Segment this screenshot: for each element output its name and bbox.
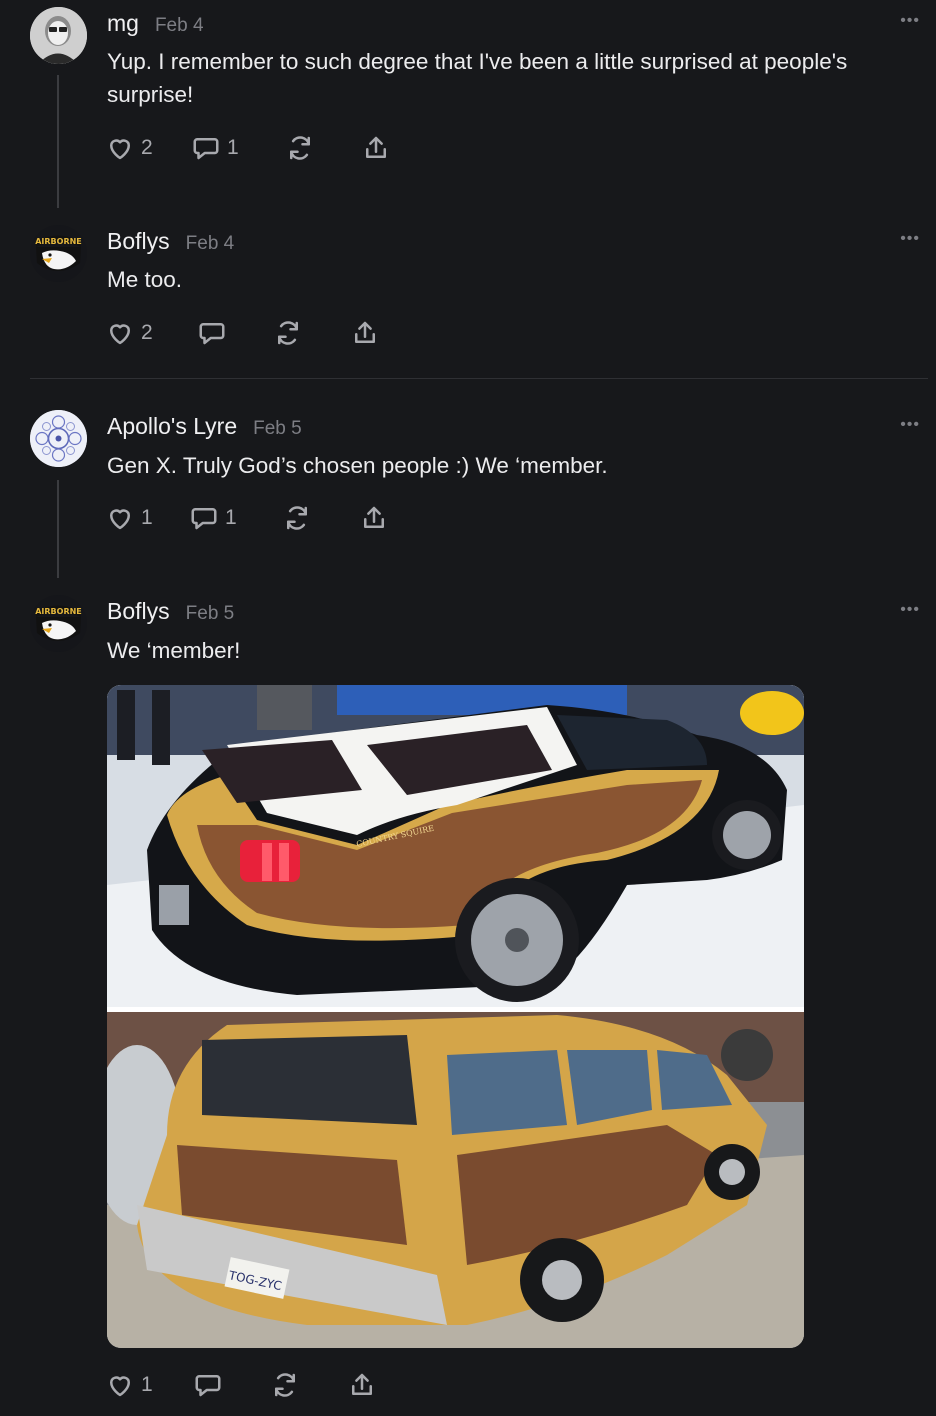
author-name[interactable]: Boflys [107,598,170,625]
author-name[interactable]: Apollo's Lyre [107,413,237,440]
comment-meta: Boflys Feb 5 [107,598,234,625]
more-icon[interactable]: ••• [900,601,920,619]
like-count: 2 [141,321,153,344]
avatar[interactable]: AIRBORNE [30,595,87,652]
thread-line [57,75,59,208]
comment-icon [195,1375,221,1397]
restack-button[interactable] [285,133,315,163]
avatar[interactable] [30,410,87,467]
restack-button[interactable] [282,503,312,533]
comment-text: We ‘member! [107,638,241,663]
like-count: 1 [141,1373,153,1396]
restack-button[interactable] [270,1370,300,1400]
more-icon[interactable]: ••• [900,416,920,434]
comment-meta: Apollo's Lyre Feb 5 [107,413,302,440]
like-button[interactable]: 2 [105,133,153,163]
share-button[interactable] [361,133,391,163]
reply-button[interactable]: 1 [191,133,239,163]
like-count: 2 [141,136,153,159]
more-icon[interactable]: ••• [900,12,920,30]
like-count: 1 [141,506,153,529]
attached-image[interactable]: COUNTRY SQUIRE TOG-ZYC [107,685,804,1348]
like-button[interactable]: 1 [105,503,153,533]
avatar[interactable] [30,7,87,64]
heart-icon [110,509,130,530]
restack-icon [275,1373,295,1397]
comment-text: Me too. [107,267,183,292]
more-icon[interactable]: ••• [900,230,920,248]
avatar-airborne-text: AIRBORNE [35,237,82,246]
comment-meta: mg Feb 4 [107,10,204,37]
comment-date[interactable]: Feb 4 [155,15,204,37]
share-button[interactable] [347,1370,377,1400]
avatar-airborne-text: AIRBORNE [35,607,82,616]
author-name[interactable]: Boflys [107,228,170,255]
reply-count: 1 [227,136,239,159]
author-name[interactable]: mg [107,10,139,37]
thread-line [57,480,59,578]
comment-icon [199,323,225,345]
share-button[interactable] [350,318,380,348]
comment-meta: Boflys Feb 4 [107,228,234,255]
share-icon [355,321,375,343]
comment-icon [193,138,219,160]
like-button[interactable]: 1 [105,1370,153,1400]
share-button[interactable] [359,503,389,533]
thread-divider [30,378,928,379]
reply-button[interactable] [197,318,227,348]
restack-icon [290,136,310,160]
restack-button[interactable] [273,318,303,348]
restack-icon [278,321,298,345]
comment-date[interactable]: Feb 5 [253,418,302,440]
comment-icon [191,508,217,530]
like-button[interactable]: 2 [105,318,153,348]
share-icon [366,136,386,158]
reply-count: 1 [225,506,237,529]
comment-date[interactable]: Feb 5 [186,603,235,625]
reply-button[interactable]: 1 [189,503,237,533]
reply-button[interactable] [193,1370,223,1400]
avatar[interactable]: AIRBORNE [30,225,87,282]
comment-text: Yup. I remember to such degree that I've… [107,49,848,107]
heart-icon [110,324,130,345]
share-icon [352,1373,372,1395]
comment-date[interactable]: Feb 4 [186,233,235,255]
share-icon [364,506,384,528]
restack-icon [287,506,307,530]
comment-text: Gen X. Truly God’s chosen people :) We ‘… [107,453,608,478]
heart-icon [110,139,130,160]
heart-icon [110,1376,130,1397]
